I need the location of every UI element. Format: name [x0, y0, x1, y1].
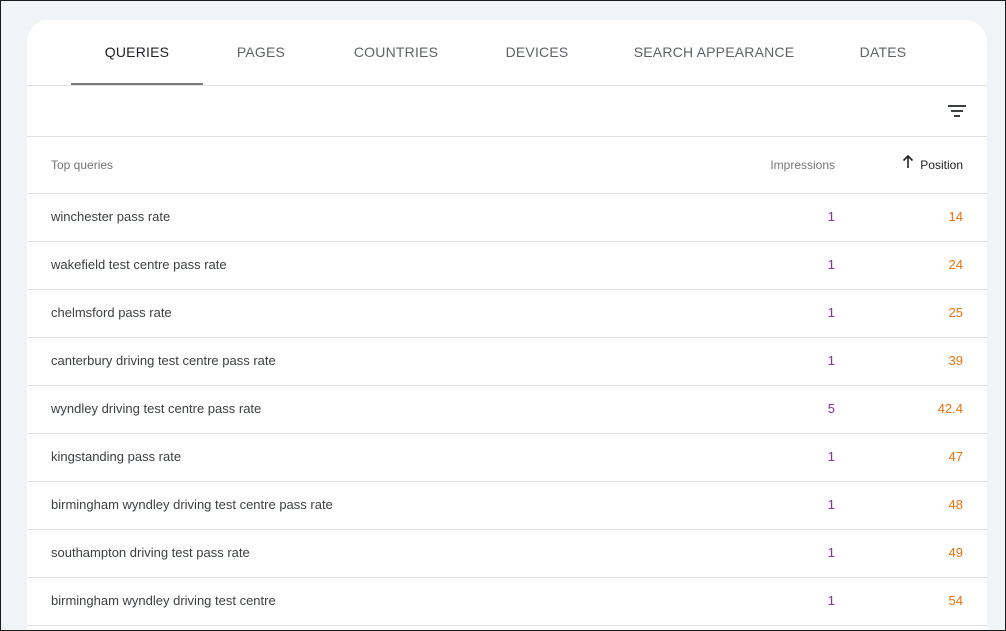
position-cell: 54: [948, 593, 963, 608]
position-cell: 25: [948, 305, 963, 320]
table-row[interactable]: birmingham wyndley driving test centre p…: [27, 482, 987, 530]
table-row[interactable]: canterbury driving test centre pass rate…: [27, 338, 987, 386]
table-row[interactable]: wakefield test centre pass rate 1 24: [27, 242, 987, 290]
table-row[interactable]: birmingham wyndley driving test centre 1…: [27, 578, 987, 626]
impressions-cell: 1: [827, 305, 835, 320]
impressions-cell: 1: [827, 257, 835, 272]
screenshot-frame: QUERIES PAGES COUNTRIES DEVICES SEARCH A…: [0, 0, 1006, 631]
query-cell: wyndley driving test centre pass rate: [51, 401, 262, 416]
position-cell: 49: [948, 545, 963, 560]
table-body: winchester pass rate 1 14 wakefield test…: [27, 194, 987, 626]
column-header-position[interactable]: Position: [902, 137, 963, 193]
position-cell: 48: [948, 497, 963, 512]
impressions-cell: 1: [827, 497, 835, 512]
column-header-impressions[interactable]: Impressions: [770, 137, 835, 193]
tab-countries[interactable]: COUNTRIES: [333, 20, 459, 85]
arrow-up-icon: [902, 137, 914, 193]
tab-devices[interactable]: DEVICES: [483, 20, 591, 85]
query-cell: canterbury driving test centre pass rate: [51, 353, 276, 368]
table-row[interactable]: southampton driving test pass rate 1 49: [27, 530, 987, 578]
table-row[interactable]: wyndley driving test centre pass rate 5 …: [27, 386, 987, 434]
filter-list-icon: [948, 105, 966, 117]
query-cell: kingstanding pass rate: [51, 449, 182, 464]
impressions-cell: 5: [827, 401, 835, 416]
column-header-query: Top queries: [51, 158, 114, 172]
query-cell: wakefield test centre pass rate: [51, 257, 227, 272]
query-cell: southampton driving test pass rate: [51, 545, 250, 560]
table-row[interactable]: kingstanding pass rate 1 47: [27, 434, 987, 482]
query-cell: birmingham wyndley driving test centre p…: [51, 497, 333, 512]
query-cell: chelmsford pass rate: [51, 305, 172, 320]
column-header-position-label: Position: [920, 158, 963, 172]
tab-pages[interactable]: PAGES: [213, 20, 309, 85]
impressions-cell: 1: [827, 449, 835, 464]
position-cell: 42.4: [937, 401, 963, 416]
position-cell: 14: [948, 209, 963, 224]
table-row[interactable]: winchester pass rate 1 14: [27, 194, 987, 242]
position-cell: 39: [948, 353, 963, 368]
query-cell: winchester pass rate: [51, 209, 171, 224]
table-row[interactable]: chelmsford pass rate 1 25: [27, 290, 987, 338]
table-header: Top queries Impressions Position: [27, 137, 987, 194]
tab-dates[interactable]: DATES: [835, 20, 931, 85]
dimension-tabs: QUERIES PAGES COUNTRIES DEVICES SEARCH A…: [27, 20, 987, 86]
position-cell: 24: [948, 257, 963, 272]
impressions-cell: 1: [827, 209, 835, 224]
filter-bar: [27, 85, 987, 137]
tab-queries[interactable]: QUERIES: [71, 20, 203, 85]
filter-button[interactable]: [943, 97, 971, 125]
impressions-cell: 1: [827, 593, 835, 608]
query-cell: birmingham wyndley driving test centre: [51, 593, 276, 608]
tab-search-appearance[interactable]: SEARCH APPEARANCE: [621, 20, 807, 85]
performance-table-card: QUERIES PAGES COUNTRIES DEVICES SEARCH A…: [27, 20, 987, 630]
impressions-cell: 1: [827, 545, 835, 560]
position-cell: 47: [948, 449, 963, 464]
impressions-cell: 1: [827, 353, 835, 368]
